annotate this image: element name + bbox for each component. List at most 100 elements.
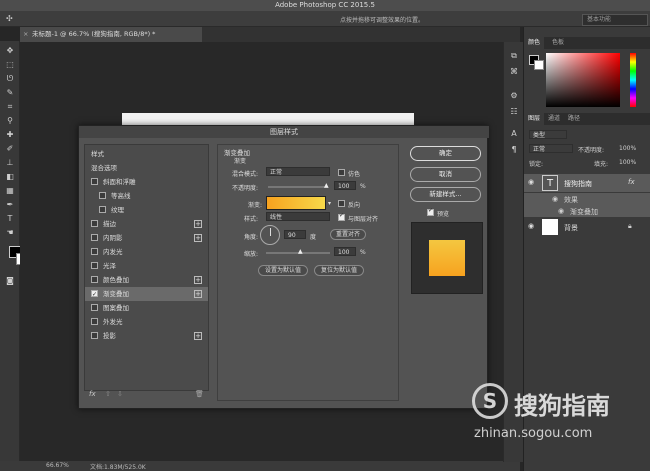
- bg-color-chip[interactable]: [534, 60, 544, 70]
- checkbox[interactable]: [91, 262, 98, 269]
- brush-tool-icon[interactable]: ✐: [3, 143, 17, 155]
- dither-checkbox[interactable]: [338, 169, 345, 176]
- angle-dial[interactable]: [260, 225, 280, 245]
- style-item-satin[interactable]: 光泽: [85, 259, 208, 273]
- style-item-drop-shadow[interactable]: 投影 +: [85, 329, 208, 343]
- add-icon[interactable]: +: [194, 332, 202, 340]
- gradient-swatch[interactable]: [266, 196, 326, 210]
- fx-badge[interactable]: fx: [628, 178, 635, 186]
- gradient-dropdown-icon[interactable]: ▾: [328, 200, 331, 207]
- checkbox[interactable]: [91, 276, 98, 283]
- style-item-inner-glow[interactable]: 内发光: [85, 245, 208, 259]
- new-style-button[interactable]: 新建样式...: [410, 187, 481, 202]
- style-item-pattern-overlay[interactable]: 图案叠加: [85, 301, 208, 315]
- brush-panel-icon[interactable]: ⌘: [507, 66, 521, 78]
- align-checkbox[interactable]: [338, 212, 345, 221]
- visibility-eye-icon[interactable]: ◉: [528, 178, 534, 186]
- marquee-tool-icon[interactable]: ⬚: [3, 59, 17, 71]
- tab-swatches[interactable]: 色板: [548, 37, 568, 49]
- checkbox[interactable]: [91, 332, 98, 339]
- character-panel-icon[interactable]: A: [507, 128, 521, 140]
- checkbox[interactable]: [91, 220, 98, 227]
- gradient-effect-eye-icon[interactable]: ◉: [558, 207, 564, 215]
- layer-filter-select[interactable]: 类型: [529, 130, 567, 139]
- zoom-level[interactable]: 66.67%: [46, 462, 69, 469]
- move-down-icon[interactable]: ⇩: [117, 390, 123, 398]
- add-icon[interactable]: +: [194, 276, 202, 284]
- quick-select-tool-icon[interactable]: ✎: [3, 87, 17, 99]
- style-item-texture[interactable]: 纹理: [85, 203, 208, 217]
- angle-input[interactable]: 90: [284, 230, 306, 239]
- reset-default-button[interactable]: 复位为默认值: [314, 265, 364, 276]
- layer-row-text[interactable]: ◉ T 搜狗指南 fx: [524, 174, 650, 192]
- document-tab[interactable]: × 未标题-1 @ 66.7% (搜狗指南, RGB/8*) *: [20, 27, 202, 42]
- reset-align-button[interactable]: 重置对齐: [330, 229, 366, 240]
- style-item-contour[interactable]: 等高线: [85, 189, 208, 203]
- adjustments-panel-icon[interactable]: ☷: [507, 106, 521, 118]
- style-item-color-overlay[interactable]: 颜色叠加 +: [85, 273, 208, 287]
- layer-name[interactable]: 搜狗指南: [564, 179, 592, 189]
- style-item-stroke[interactable]: 描边 +: [85, 217, 208, 231]
- tab-channels[interactable]: 通道: [544, 113, 564, 125]
- layer-row-background[interactable]: ◉ 背景 🔒︎: [524, 218, 650, 236]
- blend-mode-select[interactable]: 正常: [266, 167, 330, 176]
- tab-paths[interactable]: 路径: [564, 113, 584, 125]
- ok-button[interactable]: 确定: [410, 146, 481, 161]
- lasso-tool-icon[interactable]: ᘎ: [3, 73, 17, 85]
- paragraph-panel-icon[interactable]: ¶: [507, 144, 521, 156]
- checkbox[interactable]: [91, 234, 98, 241]
- style-item-inner-shadow[interactable]: 内阴影 +: [85, 231, 208, 245]
- move-tool-icon[interactable]: ✣: [6, 14, 13, 23]
- properties-panel-icon[interactable]: ⚙: [507, 90, 521, 102]
- reverse-checkbox[interactable]: [338, 200, 345, 207]
- gradient-style-select[interactable]: 线性: [266, 212, 330, 221]
- tab-color[interactable]: 颜色: [524, 37, 545, 49]
- checkbox[interactable]: [91, 248, 98, 255]
- hue-slider[interactable]: [630, 53, 636, 107]
- opacity-slider-thumb-icon[interactable]: ▲: [324, 182, 329, 189]
- pen-tool-icon[interactable]: ✒: [3, 199, 17, 211]
- style-item-bevel[interactable]: 斜面和浮雕: [85, 175, 208, 189]
- checkbox[interactable]: [91, 318, 98, 325]
- effects-eye-icon[interactable]: ◉: [552, 195, 558, 203]
- hand-tool-icon[interactable]: ☚: [3, 227, 17, 239]
- layer-effect-gradient-row[interactable]: ◉ 渐变叠加: [524, 205, 650, 217]
- stamp-tool-icon[interactable]: ⊥: [3, 157, 17, 169]
- type-tool-icon[interactable]: T: [3, 213, 17, 225]
- preview-checkbox[interactable]: [427, 207, 434, 216]
- style-item-outer-glow[interactable]: 外发光: [85, 315, 208, 329]
- eraser-tool-icon[interactable]: ◧: [3, 171, 17, 183]
- trash-icon[interactable]: 🗑︎: [195, 390, 204, 398]
- layer-effects-row[interactable]: ◉ 效果: [524, 193, 650, 205]
- style-item-blending[interactable]: 混合选项: [85, 161, 214, 175]
- workspace-selector[interactable]: 基本功能: [582, 14, 648, 26]
- healing-brush-icon[interactable]: ✚: [3, 129, 17, 141]
- checkbox[interactable]: [99, 206, 106, 213]
- opacity-slider[interactable]: [268, 186, 328, 188]
- eyedropper-tool-icon[interactable]: ⚲: [3, 115, 17, 127]
- checkbox-checked[interactable]: [91, 288, 98, 302]
- scale-input[interactable]: 100: [334, 247, 356, 256]
- add-icon[interactable]: +: [194, 220, 202, 228]
- style-item-styles[interactable]: 样式: [85, 147, 214, 161]
- quick-mask-icon[interactable]: ◙: [3, 275, 17, 287]
- fill-value[interactable]: 100%: [619, 159, 636, 166]
- layer-opacity-value[interactable]: 100%: [619, 145, 636, 152]
- cancel-button[interactable]: 取消: [410, 167, 481, 182]
- opacity-input[interactable]: 100: [334, 181, 356, 190]
- visibility-eye-icon[interactable]: ◉: [528, 222, 534, 230]
- checkbox[interactable]: [91, 178, 98, 185]
- move-up-icon[interactable]: ⇧: [105, 390, 111, 398]
- add-icon[interactable]: +: [194, 290, 202, 298]
- close-icon[interactable]: ×: [23, 27, 28, 42]
- move-tool-icon[interactable]: ✥: [3, 45, 17, 57]
- tab-layers[interactable]: 图层: [524, 113, 545, 125]
- history-panel-icon[interactable]: ⧉: [507, 50, 521, 62]
- style-item-gradient-overlay[interactable]: 渐变叠加 +: [85, 287, 208, 302]
- layer-name[interactable]: 背景: [564, 223, 578, 233]
- set-default-button[interactable]: 设置为默认值: [258, 265, 308, 276]
- crop-tool-icon[interactable]: ⌗: [3, 101, 17, 113]
- add-icon[interactable]: +: [194, 234, 202, 242]
- checkbox[interactable]: [99, 192, 106, 199]
- gradient-tool-icon[interactable]: ▦: [3, 185, 17, 197]
